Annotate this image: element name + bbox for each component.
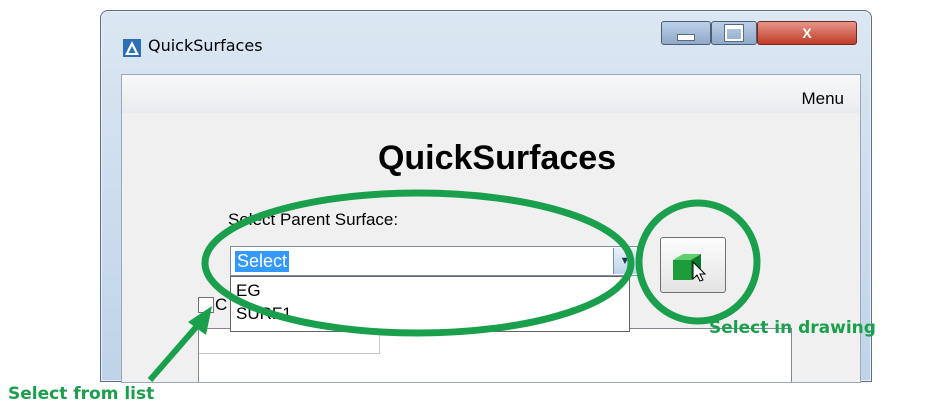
maximize-button[interactable] bbox=[711, 21, 757, 45]
dropdown-option-eg[interactable]: EG bbox=[236, 281, 261, 301]
menu-item[interactable]: Menu bbox=[801, 89, 844, 109]
combobox-value[interactable]: Select bbox=[235, 251, 290, 272]
chevron-down-icon: ▼ bbox=[619, 255, 631, 267]
annotation-select-in-drawing: Select in drawing bbox=[709, 318, 876, 338]
green-cube-cursor-icon bbox=[673, 254, 707, 282]
menu-bar: Menu bbox=[122, 75, 860, 113]
dropdown-list[interactable]: EG SURF1 bbox=[230, 276, 630, 332]
close-button[interactable]: X bbox=[757, 21, 857, 45]
dropdown-option-surf1[interactable]: SURF1 bbox=[236, 304, 292, 324]
close-icon: X bbox=[802, 25, 812, 41]
minimize-icon bbox=[677, 33, 695, 41]
app-heading: QuickSurfaces bbox=[377, 139, 617, 177]
select-in-drawing-button[interactable] bbox=[660, 237, 726, 293]
title-bar[interactable]: QuickSurfaces X bbox=[101, 11, 871, 71]
minimize-button[interactable] bbox=[661, 21, 711, 45]
dropdown-arrow-button[interactable]: ▼ bbox=[613, 248, 636, 274]
checkbox-label: C bbox=[215, 295, 228, 314]
panel-header bbox=[199, 329, 380, 354]
annotation-select-from-list: Select from list bbox=[8, 384, 155, 404]
parent-surface-combobox[interactable]: Select ▼ bbox=[230, 246, 638, 276]
option-checkbox[interactable] bbox=[198, 297, 214, 313]
surface-panel bbox=[198, 328, 792, 382]
maximize-icon bbox=[724, 24, 744, 42]
parent-surface-label: Select Parent Surface: bbox=[228, 210, 399, 229]
window-title: QuickSurfaces bbox=[148, 36, 263, 55]
app-icon bbox=[123, 39, 141, 57]
